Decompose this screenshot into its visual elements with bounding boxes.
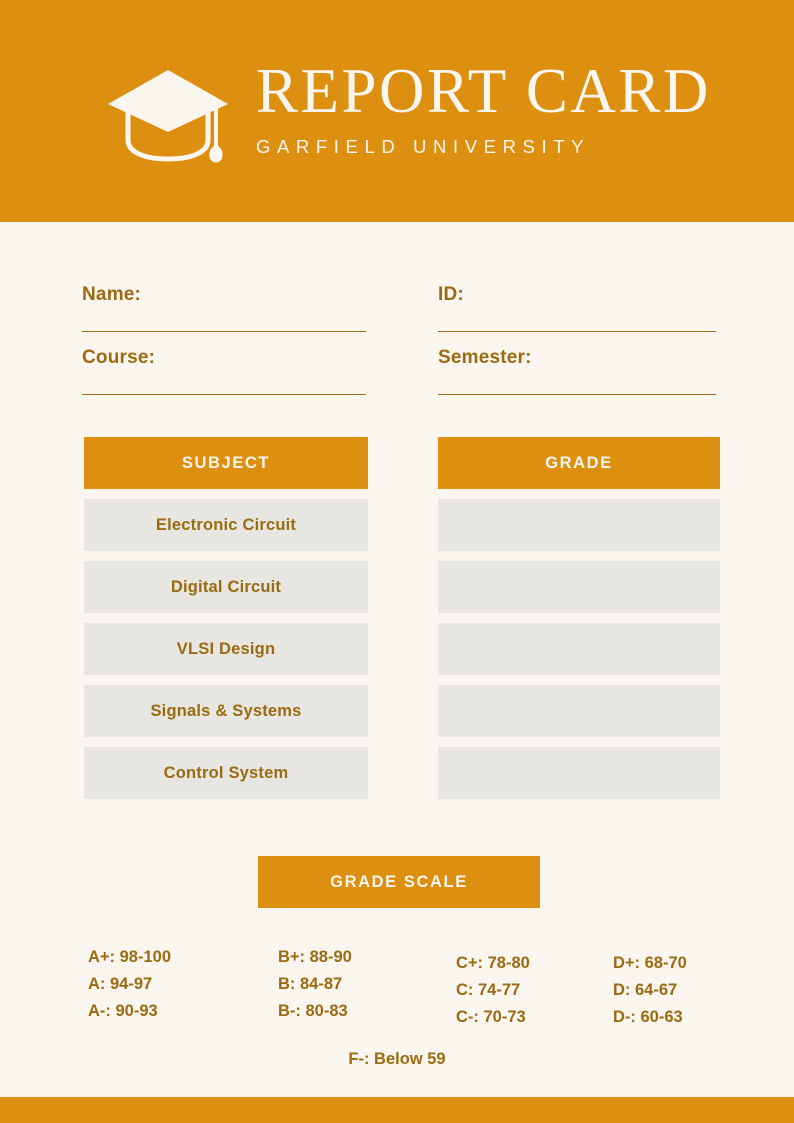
grade-scale-item: C: 74-77 [456,981,521,999]
subject-label: Digital Circuit [170,577,282,596]
column-header-grade: GRADE [438,437,720,489]
field-id[interactable]: ID: [438,284,716,332]
graduation-cap-icon [104,60,232,164]
grade-scale-header: GRADE SCALE [258,856,540,908]
student-info-fields: Name: ID: Course: Semester: [0,272,794,395]
grade-scale-item: A: 94-97 [88,975,153,993]
table-row: Signals & Systems [0,685,794,747]
grade-scale-heading: GRADE SCALE [330,872,468,891]
grade-scale-columns: A+: 98-100 A: 94-97 A-: 90-93 B+: 88-90 … [0,944,794,1030]
grade-scale-column-a: A+: 98-100 A: 94-97 A-: 90-93 [88,944,171,1025]
grade-cell[interactable] [438,685,720,737]
subject-label: VLSI Design [176,639,276,658]
column-header-subject-label: SUBJECT [181,453,271,472]
grade-cell[interactable] [438,623,720,675]
table-header-row: SUBJECT GRADE [0,437,794,499]
header-titles: REPORT CARD GARFIELD UNIVERSITY [256,56,711,158]
table-row: VLSI Design [0,623,794,685]
grade-scale-item: B+: 88-90 [278,948,352,966]
subject-label: Signals & Systems [150,701,302,720]
page-title: REPORT CARD [256,56,711,126]
grade-scale-item: D-: 60-63 [613,1008,683,1026]
grade-scale-column-b: B+: 88-90 B: 84-87 B-: 80-83 [278,944,352,1025]
field-name[interactable]: Name: [82,284,366,332]
subject-cell: VLSI Design [84,623,368,675]
grade-cell[interactable] [438,561,720,613]
grade-scale-column-d: D+: 68-70 D: 64-67 D-: 60-63 [613,950,687,1031]
field-id-rule [438,331,716,332]
grade-cell[interactable] [438,499,720,551]
table-row: Control System [0,747,794,809]
grade-scale-failing: F-: Below 59 [348,1050,446,1068]
page-footer-bar [0,1097,794,1123]
grade-scale-item: A-: 90-93 [88,1002,158,1020]
subject-cell: Control System [84,747,368,799]
grade-scale-item: D+: 68-70 [613,954,687,972]
subject-cell: Digital Circuit [84,561,368,613]
university-name: GARFIELD UNIVERSITY [256,136,591,157]
field-course-label: Course: [82,347,156,368]
grade-scale-item: D: 64-67 [613,981,678,999]
field-course[interactable]: Course: [82,347,366,395]
grade-scale-item: A+: 98-100 [88,948,172,966]
subject-cell: Signals & Systems [84,685,368,737]
field-semester[interactable]: Semester: [438,347,716,395]
field-semester-rule [438,394,716,395]
field-semester-label: Semester: [438,347,532,368]
column-header-subject: SUBJECT [84,437,368,489]
field-id-label: ID: [438,284,464,305]
subject-label: Control System [163,763,289,782]
grades-table: SUBJECT GRADE Electronic Circuit Digital… [0,437,794,809]
field-name-rule [82,331,366,332]
grade-scale-item: B-: 80-83 [278,1002,348,1020]
grade-scale-item: B: 84-87 [278,975,343,993]
subject-cell: Electronic Circuit [84,499,368,551]
subject-label: Electronic Circuit [155,515,297,534]
grade-cell[interactable] [438,747,720,799]
table-row: Electronic Circuit [0,499,794,561]
column-header-grade-label: GRADE [545,453,613,472]
field-name-label: Name: [82,284,142,305]
grade-scale-column-c: C+: 78-80 C: 74-77 C-: 70-73 [456,950,530,1031]
table-row: Digital Circuit [0,561,794,623]
page-header: REPORT CARD GARFIELD UNIVERSITY [0,0,794,222]
grade-scale-item: C+: 78-80 [456,954,530,972]
grade-scale-item: C-: 70-73 [456,1008,526,1026]
header-content: REPORT CARD GARFIELD UNIVERSITY [104,56,711,164]
field-course-rule [82,394,366,395]
